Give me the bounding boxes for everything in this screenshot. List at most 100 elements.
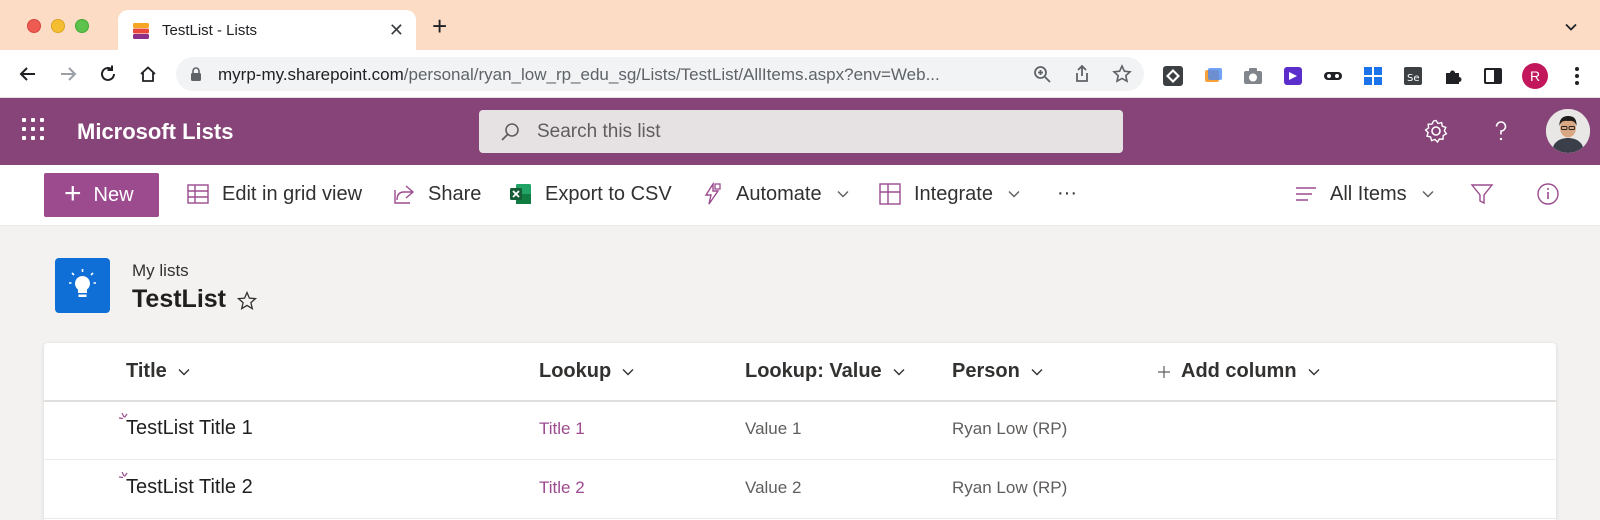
forward-arrow-icon[interactable] [58, 64, 78, 84]
url-text: myrp-my.sharepoint.com/personal/ryan_low… [218, 65, 940, 85]
chevron-down-icon [837, 191, 849, 198]
svg-text:Se: Se [1407, 73, 1420, 84]
export-csv-button[interactable]: Export to CSV [509, 182, 672, 206]
grid-icon [187, 184, 209, 204]
column-header-label: Title [126, 360, 167, 382]
extensions-puzzle-icon[interactable] [1442, 65, 1464, 87]
integrate-icon [879, 183, 901, 205]
chevron-down-icon [893, 368, 905, 375]
extension-diamond-icon[interactable] [1162, 65, 1184, 87]
favorite-star-icon[interactable] [236, 290, 258, 312]
bookmark-star-icon[interactable] [1112, 64, 1132, 84]
user-avatar[interactable] [1546, 109, 1590, 153]
share-icon [394, 185, 415, 204]
browser-menu-icon[interactable] [1566, 65, 1588, 87]
back-arrow-icon[interactable] [18, 64, 38, 84]
extension-purple-icon[interactable] [1282, 65, 1304, 87]
list-view: Title Lookup Lookup: Value Person Add co… [44, 343, 1556, 520]
close-window-button[interactable] [27, 19, 41, 33]
tab-title: TestList - Lists [162, 22, 258, 39]
share-page-icon[interactable] [1072, 64, 1092, 84]
column-header-person[interactable]: Person [952, 360, 1044, 383]
view-label: All Items [1330, 182, 1407, 205]
lists-favicon-icon [133, 23, 149, 39]
share-label: Share [428, 182, 482, 205]
app-title[interactable]: Microsoft Lists [77, 119, 233, 145]
column-header-lookup[interactable]: Lookup [539, 360, 635, 383]
cell-lookup-value: Value 2 [745, 478, 802, 497]
cell-person[interactable]: Ryan Low (RP) [952, 419, 1067, 439]
cell-lookup[interactable]: Title 1 [539, 419, 585, 439]
browser-tab-strip: TestList - Lists ✕ + [0, 0, 1600, 50]
new-tab-button[interactable]: + [432, 13, 447, 39]
suite-bar: Microsoft Lists [0, 98, 1600, 165]
zoom-icon[interactable] [1032, 64, 1052, 84]
chevron-down-icon [178, 368, 190, 375]
cell-lookup-value: Value 1 [745, 419, 802, 438]
add-column-button[interactable]: Add column [1157, 360, 1321, 383]
info-button[interactable] [1536, 182, 1560, 206]
list-icon [55, 258, 110, 313]
browser-tab[interactable]: TestList - Lists ✕ [118, 10, 416, 50]
browser-toolbar: myrp-my.sharepoint.com/personal/ryan_low… [0, 50, 1600, 98]
settings-gear-icon[interactable] [1423, 118, 1449, 144]
lock-icon [191, 67, 201, 81]
edit-grid-view-button[interactable]: Edit in grid view [186, 182, 362, 206]
command-bar: + New Edit in grid view Share Export to … [0, 165, 1600, 226]
column-header-lookup-value[interactable]: Lookup: Value [745, 360, 906, 383]
app-launcher-icon[interactable] [22, 118, 44, 140]
search-input[interactable] [537, 116, 1097, 148]
tab-close-icon[interactable]: ✕ [389, 20, 404, 40]
view-switcher[interactable]: All Items [1294, 182, 1435, 206]
chevron-down-icon [1422, 191, 1434, 198]
edit-grid-label: Edit in grid view [222, 182, 363, 205]
extension-camera-icon[interactable] [1242, 65, 1264, 87]
automate-icon [704, 182, 721, 205]
url-host: myrp-my.sharepoint.com [218, 65, 404, 84]
cell-title[interactable]: TestList Title 2 [126, 476, 253, 499]
chevron-down-icon[interactable] [1564, 20, 1578, 34]
cell-lookup[interactable]: Title 2 [539, 478, 585, 498]
help-icon[interactable] [1488, 118, 1514, 144]
column-header-title[interactable]: Title [126, 360, 191, 383]
chevron-down-icon [1308, 368, 1320, 375]
chevron-down-icon [1031, 368, 1043, 375]
user-photo-icon [1546, 109, 1590, 153]
extension-grid-icon[interactable] [1362, 65, 1384, 87]
share-button[interactable]: Share [392, 182, 481, 206]
filter-icon [1470, 184, 1494, 205]
automate-menu[interactable]: Automate [700, 182, 850, 206]
side-panel-icon[interactable] [1482, 65, 1504, 87]
breadcrumb[interactable]: My lists [132, 261, 189, 281]
cell-title[interactable]: TestList Title 1 [126, 417, 253, 440]
profile-avatar[interactable]: R [1522, 63, 1548, 89]
more-commands-button[interactable]: ··· [1057, 182, 1077, 205]
extension-windows-icon[interactable] [1202, 65, 1224, 87]
automate-label: Automate [736, 182, 822, 205]
column-header-label: Lookup: Value [745, 360, 882, 382]
search-box[interactable] [479, 110, 1123, 153]
extension-mask-icon[interactable] [1322, 65, 1344, 87]
table-row[interactable]: TestList Title 2 Title 2 Value 2 Ryan Lo… [44, 461, 1556, 519]
table-row[interactable]: TestList Title 1 Title 1 Value 1 Ryan Lo… [44, 402, 1556, 460]
view-list-icon [1296, 187, 1316, 201]
lightbulb-icon [69, 269, 96, 297]
new-item-button[interactable]: + New [44, 173, 159, 217]
plus-icon [1158, 365, 1170, 378]
cell-person[interactable]: Ryan Low (RP) [952, 478, 1067, 498]
chevron-down-icon [1008, 191, 1020, 198]
new-button-label: New [93, 183, 134, 206]
search-icon [501, 123, 519, 141]
excel-icon [510, 184, 531, 204]
minimize-window-button[interactable] [51, 19, 65, 33]
integrate-menu[interactable]: Integrate [878, 182, 1021, 206]
column-header-label: Person [952, 360, 1020, 382]
address-bar[interactable]: myrp-my.sharepoint.com/personal/ryan_low… [176, 57, 1144, 91]
extension-selenium-icon[interactable]: Se [1402, 65, 1424, 87]
filter-button[interactable] [1470, 182, 1494, 206]
home-icon[interactable] [138, 64, 158, 84]
export-label: Export to CSV [545, 182, 672, 205]
reload-icon[interactable] [98, 64, 118, 84]
chevron-down-icon [622, 368, 634, 375]
maximize-window-button[interactable] [75, 19, 89, 33]
